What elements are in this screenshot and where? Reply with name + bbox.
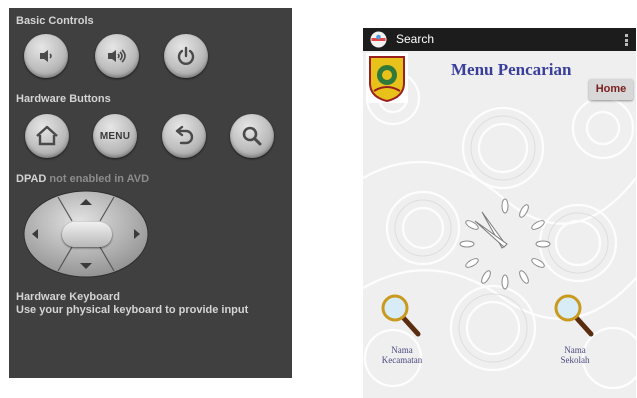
emulator-control-panel: Basic Controls Hardware Buttons MENU DPA… bbox=[9, 8, 292, 378]
page-title: Menu Pencarian bbox=[451, 60, 572, 79]
volume-up-button[interactable] bbox=[95, 34, 139, 78]
search-label-line2: Sekolah bbox=[560, 355, 590, 365]
volume-up-icon bbox=[108, 49, 126, 63]
home-button[interactable]: Home bbox=[589, 79, 633, 100]
search-label-line1: Nama bbox=[564, 345, 586, 355]
back-icon bbox=[175, 125, 194, 145]
search-label-line2: Kecamatan bbox=[381, 355, 423, 365]
search-by-sekolah[interactable]: Nama Sekolah bbox=[545, 292, 605, 365]
action-bar-title: Search bbox=[396, 32, 435, 46]
magnifier-icon bbox=[554, 294, 594, 337]
power-button[interactable] bbox=[164, 34, 208, 78]
menu-hardware-button[interactable]: MENU bbox=[93, 114, 137, 158]
menu-button-label: MENU bbox=[99, 130, 131, 142]
home-icon bbox=[36, 125, 58, 146]
loading-spinner-icon bbox=[459, 198, 551, 290]
overflow-menu-icon[interactable] bbox=[625, 34, 628, 46]
magnifier-icon bbox=[381, 294, 421, 337]
search-by-kecamatan[interactable]: Nama Kecamatan bbox=[372, 292, 432, 365]
school-emblem-logo bbox=[366, 53, 408, 103]
action-bar: Search bbox=[363, 28, 636, 51]
dpad bbox=[22, 189, 150, 279]
basic-controls-title: Basic Controls bbox=[16, 15, 94, 27]
phone-screen: Search Menu Pencarian Home Nama Kecamata… bbox=[363, 28, 636, 398]
app-globe-icon[interactable] bbox=[370, 31, 387, 48]
dpad-title-note: not enabled in AVD bbox=[46, 173, 150, 185]
search-icon bbox=[242, 126, 262, 146]
keyboard-title: Hardware Keyboard bbox=[16, 291, 120, 303]
hardware-buttons-title: Hardware Buttons bbox=[16, 93, 111, 105]
back-hardware-button[interactable] bbox=[162, 114, 206, 158]
dpad-title-bold: DPAD bbox=[16, 173, 47, 185]
search-hardware-button[interactable] bbox=[230, 114, 274, 158]
home-hardware-button[interactable] bbox=[25, 114, 69, 158]
keyboard-hint: Use your physical keyboard to provide in… bbox=[16, 304, 249, 316]
search-label-line1: Nama bbox=[391, 345, 413, 355]
power-icon bbox=[177, 46, 195, 65]
dpad-title: DPAD not enabled in AVD bbox=[16, 173, 149, 185]
dpad-center-button[interactable] bbox=[62, 222, 112, 247]
volume-down-button[interactable] bbox=[24, 34, 68, 78]
volume-down-icon bbox=[40, 50, 52, 62]
